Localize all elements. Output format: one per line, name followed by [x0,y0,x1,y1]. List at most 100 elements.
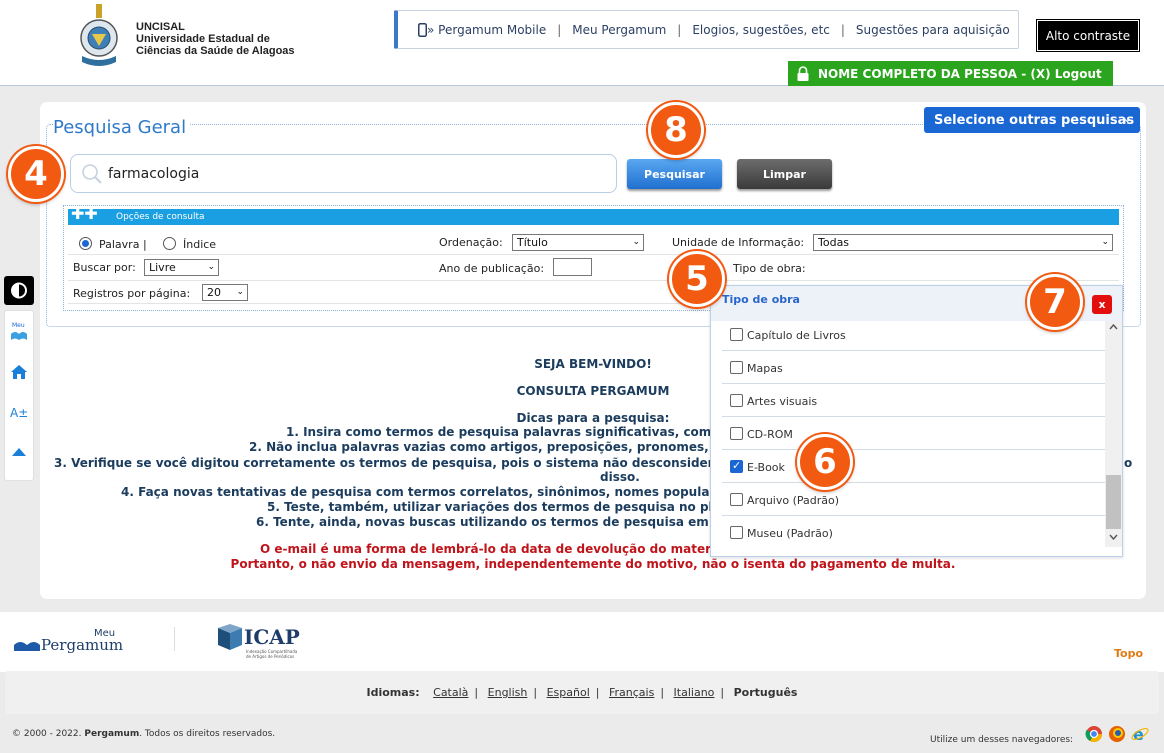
meu-pergamum-logo[interactable]: Meu Pergamum [14,628,124,656]
icap-text: ICAP [244,625,300,649]
browsers-label: Utilize um desses navegadores: [930,735,1074,745]
institution-name: UNCISAL Universidade Estadual de Ciência… [136,21,295,57]
checkbox-checked[interactable] [730,459,743,473]
options-row-divider [68,280,1119,281]
buscar-por-label: Buscar por: [73,261,136,274]
lang-francais[interactable]: Français [609,686,654,699]
user-logout-bar[interactable]: NOME COMPLETO DA PESSOA - (X) Logout [788,61,1113,86]
back-to-top-link[interactable]: Topo [1114,647,1143,660]
nav-elogios[interactable]: Elogios, sugestões, etc [692,23,830,37]
tipo-obra-item[interactable]: CD-ROM [722,417,1105,450]
lang-separator: | [660,686,665,699]
registros-label: Registros por página: [73,287,191,300]
lang-espanol[interactable]: Español [547,686,590,699]
tipo-obra-item-label: Museu (Padrão) [747,527,833,540]
high-contrast-button[interactable]: Alto contraste [1036,19,1140,52]
chevron-down-icon: ⌄ [1122,112,1132,125]
logo-pergamum-text: Pergamum [41,636,124,654]
ano-publicacao-input[interactable] [553,258,592,276]
checkbox[interactable] [730,526,743,539]
meu-pergamum-icon[interactable]: Meu [10,321,28,343]
radio-palavra-label: Palavra | [99,238,147,251]
radio-palavra[interactable] [79,237,92,250]
tipo-obra-item-label: Mapas [747,362,783,375]
lang-catala[interactable]: Català [433,686,468,699]
search-legend: Pesquisa Geral [53,117,190,138]
nav-meu-pergamum[interactable]: Meu Pergamum [572,23,666,37]
query-options-title: Opções de consulta [116,212,205,222]
tipo-obra-item[interactable]: Mapas [722,351,1105,384]
other-searches-label: Selecione outras pesquisas [934,112,1135,128]
firefox-icon[interactable] [1108,725,1126,743]
buscar-por-select[interactable]: Livre ⌄ [144,259,219,276]
checkbox[interactable] [730,427,743,440]
side-toolbar: Meu A± [4,310,34,481]
tipo-obra-item[interactable]: Artes visuais [722,384,1105,417]
copyright-rest: . Todos os direitos reservados. [139,729,276,739]
checkbox[interactable] [730,328,743,341]
step-badge-8: 8 [648,102,704,158]
lang-english[interactable]: English [488,686,528,699]
nav-separator: | [840,22,845,37]
side-contrast-button[interactable] [4,276,34,305]
step-badge-4: 4 [8,146,64,202]
search-icon [82,164,102,184]
search-input[interactable] [106,164,586,184]
tipo-obra-item[interactable]: Museu (Padrão) [722,516,1105,549]
chrome-icon[interactable] [1085,725,1103,743]
copyright-years: © 2000 - 2022. [12,729,82,739]
nav-sugestoes-aquisicao[interactable]: Sugestões para aquisição [856,23,1010,37]
step-badge-7: 7 [1027,274,1083,330]
nav-link-label: » Pergamum Mobile [427,22,547,37]
lock-icon [797,65,809,81]
tipo-obra-close-button[interactable]: x [1092,295,1112,314]
internet-explorer-icon[interactable]: e [1131,725,1149,743]
svg-text:Meu: Meu [12,322,25,329]
svg-text:A±: A± [10,406,28,420]
lang-separator: | [595,686,600,699]
font-size-icon[interactable]: A± [10,404,30,420]
tipo-obra-label: Tipo de obra: [733,262,806,275]
unidade-label: Unidade de Informação: [672,236,805,249]
options-row-divider [68,254,1119,255]
languages: Idiomas: Català | English | Español | Franç… [5,686,1159,699]
scroll-down-arrow-icon[interactable] [1109,534,1118,540]
search-button[interactable]: Pesquisar [627,159,722,189]
lang-portugues-current: Português [733,686,798,699]
ordenacao-value: Título [517,236,548,249]
checkbox[interactable] [730,493,743,506]
expand-plus-icon: ✚✚ [71,204,98,223]
ordenacao-select[interactable]: Título ⌄ [512,234,644,251]
tipo-obra-title: Tipo de obra [722,293,800,306]
step-badge-5: 5 [669,251,725,307]
step-badge-6: 6 [797,434,853,490]
icap-logo[interactable]: ICAP Indexação Compartilhada de Artigos … [216,623,326,663]
home-icon[interactable] [10,363,28,381]
scroll-up-arrow-icon[interactable] [1109,324,1118,330]
unidade-select[interactable]: Todas ⌄ [813,234,1113,251]
user-name-logout: NOME COMPLETO DA PESSOA - (X) Logout [818,66,1102,81]
checkbox[interactable] [730,361,743,374]
tipo-obra-item-label: E-Book [747,461,785,474]
tipo-obra-item[interactable]: Arquivo (Padrão) [722,483,1105,516]
nav-pergamum-mobile[interactable]: » Pergamum Mobile [418,22,547,37]
lang-separator: | [720,686,725,699]
ordenacao-label: Ordenação: [439,236,503,249]
top-nav: » Pergamum Mobile | Meu Pergamum | Elogi… [394,10,1019,49]
radio-indice[interactable] [163,237,176,250]
scrollbar-thumb[interactable] [1106,475,1121,529]
tipo-obra-item[interactable]: E-Book [722,450,1105,483]
icap-subtitle-2: de Artigos de Periódicos [246,654,295,659]
copyright: © 2000 - 2022. Pergamum. Todos os direit… [12,729,275,739]
ano-publicacao-label: Ano de publicação: [439,262,545,275]
lang-italiano[interactable]: Italiano [674,686,715,699]
chevron-down-icon: ⌄ [1101,237,1109,247]
lang-separator: | [474,686,479,699]
checkbox[interactable] [730,394,743,407]
clear-button[interactable]: Limpar [737,159,832,189]
registros-select[interactable]: 20 ⌄ [202,284,248,301]
other-searches-select[interactable]: Selecione outras pesquisas ⌄ [924,107,1140,133]
query-options-header[interactable]: ✚✚ Opções de consulta [68,204,1119,225]
search-box[interactable] [70,154,617,193]
scroll-up-icon[interactable] [11,446,27,458]
